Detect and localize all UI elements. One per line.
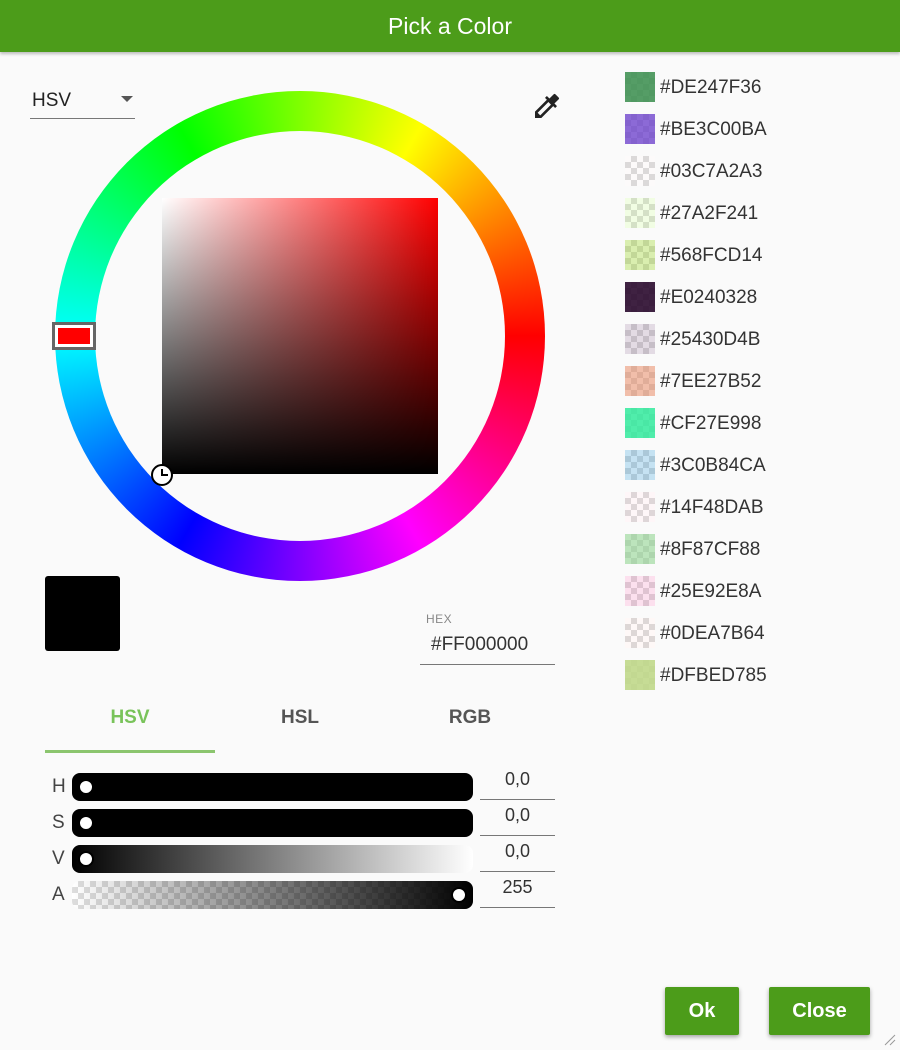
swatch-color [625,366,655,396]
swatch-code: #DE247F36 [660,77,762,98]
slider-s: S 0,0 [50,805,560,839]
dialog-title: Pick a Color [0,0,900,52]
swatch-code: #27A2F241 [660,203,759,224]
swatch-color [625,282,655,312]
slider-knob[interactable] [78,779,94,795]
saturation-value-square[interactable] [162,198,438,474]
swatch-item[interactable]: #CF27E998 [625,408,875,438]
tab-hsv[interactable]: HSV [45,695,215,753]
hue-handle[interactable] [52,322,96,350]
eyedropper-icon[interactable] [531,90,563,122]
color-preview [45,576,120,651]
swatch-color [625,576,655,606]
color-mode-value: HSV [32,90,72,111]
swatch-code: #25E92E8A [660,581,762,602]
swatch-item[interactable]: #8F87CF88 [625,534,875,564]
slider-label: V [52,848,65,869]
slider-label: A [52,884,65,905]
chevron-down-icon [121,96,133,102]
swatch-code: #3C0B84CA [660,455,766,476]
swatch-code: #DFBED785 [660,665,767,686]
swatch-item[interactable]: #E0240328 [625,282,875,312]
swatch-color [625,618,655,648]
swatch-color [625,198,655,228]
swatch-item[interactable]: #25430D4B [625,324,875,354]
slider-label: H [52,776,66,797]
swatch-color [625,72,655,102]
swatch-item[interactable]: #03C7A2A3 [625,156,875,186]
saturation-value-handle[interactable] [151,464,173,486]
swatch-code: #568FCD14 [660,245,763,266]
color-model-tabs: HSV HSL RGB [45,695,555,753]
swatch-color [625,492,655,522]
slider-v: V 0,0 [50,841,560,875]
swatch-color [625,534,655,564]
swatch-code: #BE3C00BA [660,119,767,140]
tab-hsl[interactable]: HSL [215,695,385,753]
hex-value: #FF000000 [431,634,529,655]
slider-value-a[interactable]: 255 [480,873,555,908]
swatch-color [625,240,655,270]
swatch-item[interactable]: #0DEA7B64 [625,618,875,648]
swatch-code: #E0240328 [660,287,758,308]
swatch-code: #0DEA7B64 [660,623,765,644]
hex-input[interactable]: #FF000000 [420,628,555,665]
swatch-code: #25430D4B [660,329,761,350]
swatch-color [625,324,655,354]
slider-a: A 255 [50,877,560,911]
swatch-color [625,114,655,144]
tab-rgb[interactable]: RGB [385,695,555,753]
swatch-code: #8F87CF88 [660,539,761,560]
color-mode-select[interactable]: HSV [30,84,135,119]
swatch-code: #03C7A2A3 [660,161,763,182]
swatch-code: #CF27E998 [660,413,762,434]
slider-knob[interactable] [78,815,94,831]
slider-value-s[interactable]: 0,0 [480,801,555,836]
resize-grip-icon[interactable] [882,1032,896,1046]
swatch-item[interactable]: #7EE27B52 [625,366,875,396]
slider-track-a[interactable] [72,881,473,909]
swatch-code: #7EE27B52 [660,371,762,392]
slider-label: S [52,812,65,833]
hex-label: HEX [426,612,453,626]
swatch-color [625,408,655,438]
slider-knob[interactable] [78,851,94,867]
swatch-code: #14F48DAB [660,497,764,518]
swatch-item[interactable]: #25E92E8A [625,576,875,606]
swatch-item[interactable]: #DE247F36 [625,72,875,102]
swatch-item[interactable]: #3C0B84CA [625,450,875,480]
swatch-item[interactable]: #27A2F241 [625,198,875,228]
swatch-color [625,450,655,480]
swatch-item[interactable]: #568FCD14 [625,240,875,270]
close-button[interactable]: Close [769,987,870,1035]
slider-knob[interactable] [451,887,467,903]
slider-value-h[interactable]: 0,0 [480,765,555,800]
slider-track-h[interactable] [72,773,473,801]
slider-track-s[interactable] [72,809,473,837]
ok-button[interactable]: Ok [665,987,739,1035]
swatch-item[interactable]: #DFBED785 [625,660,875,690]
swatch-color [625,156,655,186]
slider-value-v[interactable]: 0,0 [480,837,555,872]
slider-track-v[interactable] [72,845,473,873]
swatch-item[interactable]: #BE3C00BA [625,114,875,144]
swatch-item[interactable]: #14F48DAB [625,492,875,522]
swatch-color [625,660,655,690]
slider-h: H 0,0 [50,769,560,803]
